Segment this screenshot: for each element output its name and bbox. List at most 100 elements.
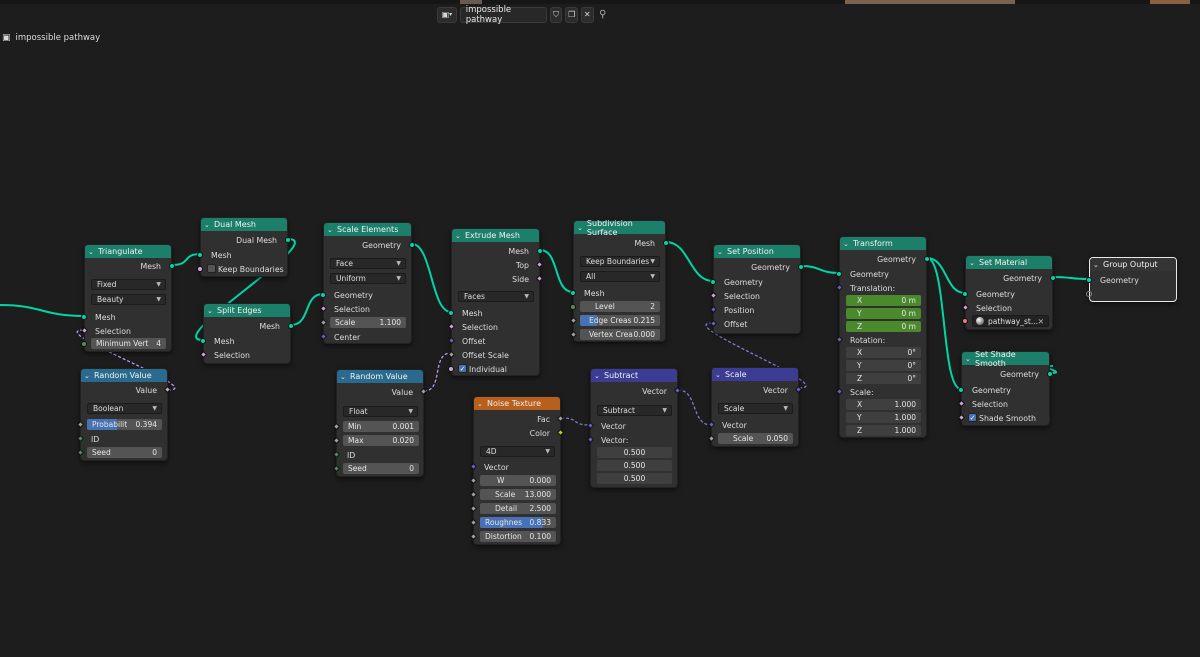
input-socket[interactable] (76, 420, 85, 429)
node-set-position[interactable]: ⌄ Set Position Geometry Geometry Selectio… (709, 244, 804, 334)
input-socket[interactable] (469, 504, 478, 513)
input-socket[interactable] (586, 421, 595, 430)
input-socket[interactable] (962, 291, 968, 297)
input-socket[interactable] (957, 399, 966, 408)
input-socket[interactable] (199, 350, 208, 359)
rotation-x-field[interactable]: X 0° (846, 347, 921, 358)
input-socket[interactable] (332, 436, 341, 445)
input-socket[interactable] (1086, 277, 1092, 283)
edge-crease-slider[interactable]: Edge Creas 0.215 (580, 315, 660, 326)
roughness-slider[interactable]: Roughnes 0.833 (480, 517, 556, 528)
max-field[interactable]: Max 0.020 (343, 435, 419, 446)
output-socket[interactable] (169, 263, 175, 269)
output-socket[interactable] (409, 242, 415, 248)
node-split-edges[interactable]: ⌄ Split Edges Mesh Mesh Selection (199, 303, 294, 364)
input-socket[interactable] (958, 387, 964, 393)
node-vector-math-subtract[interactable]: ⌄ Subtract Vector Subtract ▼ Vector Vector… (586, 368, 682, 488)
output-socket[interactable] (794, 385, 803, 394)
input-socket[interactable] (469, 462, 478, 471)
uv-smooth-dropdown[interactable]: All ▼ (580, 271, 660, 282)
output-socket[interactable] (673, 386, 682, 395)
node-triangulate[interactable]: ⌄ Triangulate Mesh Fixed ▼ Beauty ▼ Mesh Se… (80, 244, 175, 352)
min-field[interactable]: Min 0.001 (343, 421, 419, 432)
chevron-down-icon[interactable]: ⌄ (340, 373, 348, 381)
input-socket[interactable] (81, 314, 87, 320)
operation-dropdown[interactable]: Subtract ▼ (597, 405, 672, 416)
input-socket[interactable] (319, 332, 328, 341)
quad-method-dropdown[interactable]: Fixed ▼ (91, 279, 166, 290)
input-socket[interactable] (200, 338, 206, 344)
output-socket[interactable] (1050, 275, 1056, 281)
output-socket[interactable] (556, 414, 565, 423)
chevron-down-icon[interactable]: ⌄ (84, 372, 92, 380)
individual-checkbox[interactable]: ✓ (458, 364, 467, 373)
chevron-down-icon[interactable]: ⌄ (88, 248, 96, 256)
chevron-down-icon[interactable]: ⌄ (577, 224, 585, 232)
ngon-method-dropdown[interactable]: Beauty ▼ (91, 294, 166, 305)
input-socket[interactable] (76, 434, 85, 443)
node-header[interactable]: ⌄ Subtract (591, 369, 677, 382)
node-dual-mesh[interactable]: ⌄ Dual Mesh Dual Mesh Mesh Keep Boundarie… (197, 217, 291, 277)
vertex-crease-field[interactable]: Vertex Crea 0.000 (580, 329, 660, 340)
seed-field[interactable]: Seed 0 (87, 447, 162, 458)
data-type-dropdown[interactable]: Boolean ▼ (87, 403, 162, 414)
scale-field[interactable]: Scale 13.000 (480, 489, 556, 500)
input-socket[interactable] (709, 291, 718, 300)
input-socket[interactable] (961, 303, 970, 312)
input-socket[interactable] (570, 304, 576, 310)
input-socket[interactable] (569, 330, 578, 339)
dimensions-dropdown[interactable]: 4D ▼ (480, 446, 555, 457)
output-socket[interactable] (419, 387, 428, 396)
scale-x-field[interactable]: X 1.000 (846, 399, 921, 410)
node-tree-type-dropdown[interactable]: ▣ ▾ (437, 6, 457, 23)
node-header[interactable]: ⌄ Noise Texture (474, 397, 560, 410)
output-socket[interactable] (537, 248, 543, 254)
scale-field[interactable]: Scale 0.050 (718, 433, 793, 444)
output-socket[interactable] (663, 240, 669, 246)
input-socket[interactable] (469, 476, 478, 485)
boundary-dropdown[interactable]: Keep Boundaries ▼ (580, 256, 660, 267)
input-socket[interactable] (332, 464, 341, 473)
chevron-down-icon[interactable]: ⌄ (843, 240, 851, 248)
input-socket[interactable] (469, 490, 478, 499)
input-socket[interactable] (469, 532, 478, 541)
fake-user-shield-icon[interactable]: ⛉ (549, 6, 563, 23)
input-socket[interactable] (586, 435, 595, 444)
shade-smooth-checkbox[interactable]: ✓ (968, 413, 977, 422)
node-header[interactable]: ⌄ Set Material (966, 256, 1052, 269)
chevron-down-icon[interactable]: ⌄ (715, 371, 723, 379)
output-socket[interactable] (285, 237, 291, 243)
input-socket[interactable] (835, 283, 844, 292)
input-socket[interactable] (76, 448, 85, 457)
input-socket[interactable] (447, 336, 456, 345)
unlink-icon[interactable]: ✕ (580, 6, 594, 23)
translation-x-field[interactable]: X 0 m (846, 295, 921, 306)
input-socket[interactable] (710, 279, 716, 285)
chevron-down-icon[interactable]: ⌄ (477, 400, 485, 408)
input-socket[interactable] (709, 319, 718, 328)
chevron-down-icon[interactable]: ⌄ (455, 232, 463, 240)
input-socket[interactable] (81, 341, 87, 347)
node-tree-name[interactable]: impossible pathway (459, 5, 547, 25)
rotation-z-field[interactable]: Z 0° (846, 373, 921, 384)
input-socket[interactable] (332, 422, 341, 431)
vector-z-field[interactable]: 0.500 (597, 473, 672, 484)
detail-field[interactable]: Detail 2.500 (480, 503, 556, 514)
scale-y-field[interactable]: Y 1.000 (846, 412, 921, 423)
input-socket[interactable] (448, 366, 454, 372)
rotation-y-field[interactable]: Y 0° (846, 360, 921, 371)
input-socket[interactable] (332, 450, 341, 459)
node-header[interactable]: ⌄ Triangulate (85, 245, 171, 258)
node-header[interactable]: ⌄ Random Value (337, 370, 423, 383)
vector-x-field[interactable]: 0.500 (597, 447, 672, 458)
node-transform[interactable]: ⌄ Transform Geometry Geometry Translation… (835, 236, 930, 438)
node-header[interactable]: ⌄ Set Shade Smooth (962, 350, 1049, 368)
translation-y-field[interactable]: Y 0 m (846, 308, 921, 319)
pin-icon[interactable]: ⚲ (597, 9, 609, 20)
input-socket[interactable] (569, 316, 578, 325)
node-set-shade-smooth[interactable]: ⌄ Set Shade Smooth Geometry Geometry Sele… (957, 350, 1053, 426)
node-set-material[interactable]: ⌄ Set Material Geometry Geometry Selectio… (961, 255, 1056, 330)
data-type-dropdown[interactable]: Float ▼ (343, 406, 418, 417)
node-header[interactable]: ⌄ Subdivision Surface (574, 219, 665, 237)
node-random-value-boolean[interactable]: ⌄ Random Value Value Boolean ▼ Probabilit 0… (76, 368, 172, 461)
